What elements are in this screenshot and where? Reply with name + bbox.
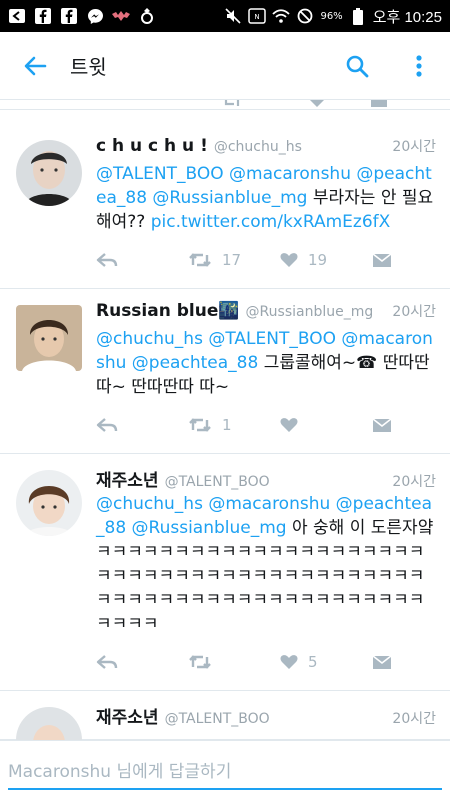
retweet-count: 17 (222, 251, 242, 269)
avatar[interactable] (16, 140, 82, 206)
reply-composer: Macaronshu 님에게 답글하기 (0, 740, 450, 800)
search-button[interactable] (326, 32, 388, 100)
timestamp: 20시간 (392, 304, 436, 320)
battery-percent: 96% (320, 10, 343, 22)
heart-icon (310, 100, 324, 107)
facebook-icon (60, 7, 78, 25)
like-count: 5 (308, 653, 318, 671)
display-name[interactable]: 재주소년 (96, 466, 159, 491)
previous-tweet-actions (0, 100, 450, 110)
app-bar: 트윗 (0, 32, 450, 100)
retweet-button[interactable]: 17 (188, 251, 280, 269)
timestamp: 20시간 (392, 139, 436, 155)
heart-icon (280, 655, 298, 669)
tweet-actions: 1 (96, 407, 436, 443)
more-options-button[interactable] (388, 32, 450, 100)
nfc-icon: N (248, 7, 267, 25)
direct-message-button[interactable] (372, 252, 412, 268)
reply-button[interactable] (96, 252, 188, 268)
user-handle[interactable]: @Russianblue_mg (246, 304, 374, 320)
envelope-icon (372, 253, 392, 267)
reply-button[interactable] (96, 417, 188, 433)
clock: 오후 10:25 (372, 8, 442, 26)
reply-icon (96, 418, 118, 432)
tweet-text: @chuchu_hs @TALENT_BOO @macaronshu @peac… (96, 327, 436, 399)
heart-icon (280, 253, 298, 267)
reply-button[interactable] (96, 654, 188, 670)
blocked-icon (296, 7, 314, 25)
heart-icon (280, 418, 298, 432)
more-vertical-icon (416, 54, 422, 77)
avatar[interactable] (16, 305, 82, 371)
retweet-icon (224, 100, 240, 106)
retweet-icon (189, 655, 211, 669)
reply-icon (96, 253, 118, 267)
wifi-icon (272, 7, 291, 25)
ring-icon (138, 7, 156, 25)
tweet[interactable]: 재주소년 @TALENT_BOO 20시간 @chuchu_hs @macaro… (0, 454, 450, 691)
mute-icon (224, 7, 242, 25)
bat-icon (112, 7, 130, 25)
tweet-feed[interactable]: c h u c h u ! @chuchu_hs 20시간 @TALENT_BO… (0, 100, 450, 740)
envelope-icon (372, 418, 392, 432)
dm-icon (371, 100, 387, 107)
display-name[interactable]: c h u c h u ! (96, 136, 208, 156)
timestamp: 20시간 (392, 474, 436, 490)
like-count: 19 (308, 251, 328, 269)
page-title: 트윗 (70, 55, 107, 79)
like-button[interactable]: 5 (280, 653, 372, 671)
user-handle[interactable]: @TALENT_BOO (165, 711, 270, 727)
avatar[interactable] (16, 707, 82, 740)
display-name[interactable]: 재주소년 (96, 703, 159, 728)
retweet-count: 1 (222, 416, 232, 434)
battery-icon (349, 7, 367, 25)
back-notification-icon (8, 7, 26, 25)
tweet[interactable]: Russian blue🌃 @Russianblue_mg 20시간 @chuc… (0, 289, 450, 454)
media-link[interactable]: pic.twitter.com/kxRAmEz6fX (151, 212, 391, 232)
direct-message-button[interactable] (372, 417, 412, 433)
tweet-actions: 5 (96, 644, 436, 680)
retweet-icon (189, 253, 211, 267)
tweet[interactable]: c h u c h u ! @chuchu_hs 20시간 @TALENT_BO… (0, 124, 450, 289)
tweet[interactable]: 재주소년 @TALENT_BOO 20시간 (0, 691, 450, 740)
tweet-text: @chuchu_hs @macaronshu @peachtea_88 @Rus… (96, 492, 436, 636)
retweet-button[interactable]: 1 (188, 416, 280, 434)
back-button[interactable] (0, 32, 70, 100)
retweet-icon (189, 418, 211, 432)
user-handle[interactable]: @TALENT_BOO (165, 474, 270, 490)
avatar[interactable] (16, 470, 82, 536)
tweet-text: @TALENT_BOO @macaronshu @peachtea_88 @Ru… (96, 162, 436, 234)
like-button[interactable] (280, 417, 372, 433)
user-handle[interactable]: @chuchu_hs (214, 139, 302, 155)
facebook-icon (34, 7, 52, 25)
reply-icon (96, 655, 118, 669)
svg-text:N: N (255, 13, 260, 21)
timestamp: 20시간 (392, 711, 436, 727)
direct-message-button[interactable] (372, 654, 412, 670)
envelope-icon (372, 655, 392, 669)
messenger-icon (86, 7, 104, 25)
tweet-actions: 17 19 (96, 242, 436, 278)
status-bar: N 96% 오후 10:25 (0, 0, 450, 32)
retweet-button[interactable] (188, 654, 280, 670)
reply-input[interactable]: Macaronshu 님에게 답글하기 (8, 752, 442, 790)
like-button[interactable]: 19 (280, 251, 372, 269)
display-name[interactable]: Russian blue🌃 (96, 301, 240, 321)
search-icon (346, 55, 369, 77)
arrow-left-icon (24, 56, 47, 75)
